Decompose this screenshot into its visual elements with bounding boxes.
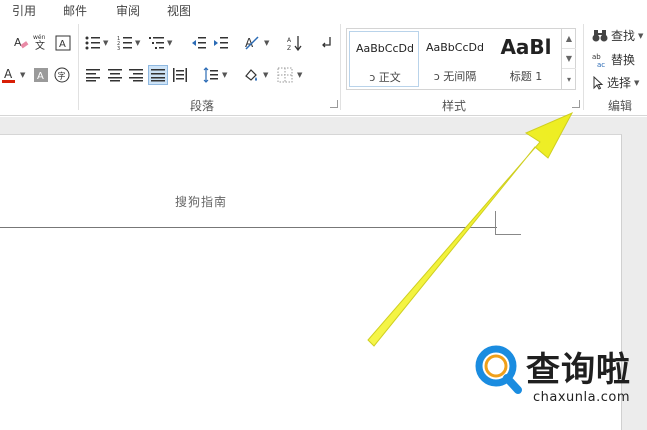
- search-logo-icon: [475, 345, 522, 394]
- watermark-title: 查询啦: [526, 350, 631, 390]
- watermark: 查询啦 chaxunla.com: [470, 340, 645, 410]
- watermark-url: chaxunla.com: [533, 390, 630, 405]
